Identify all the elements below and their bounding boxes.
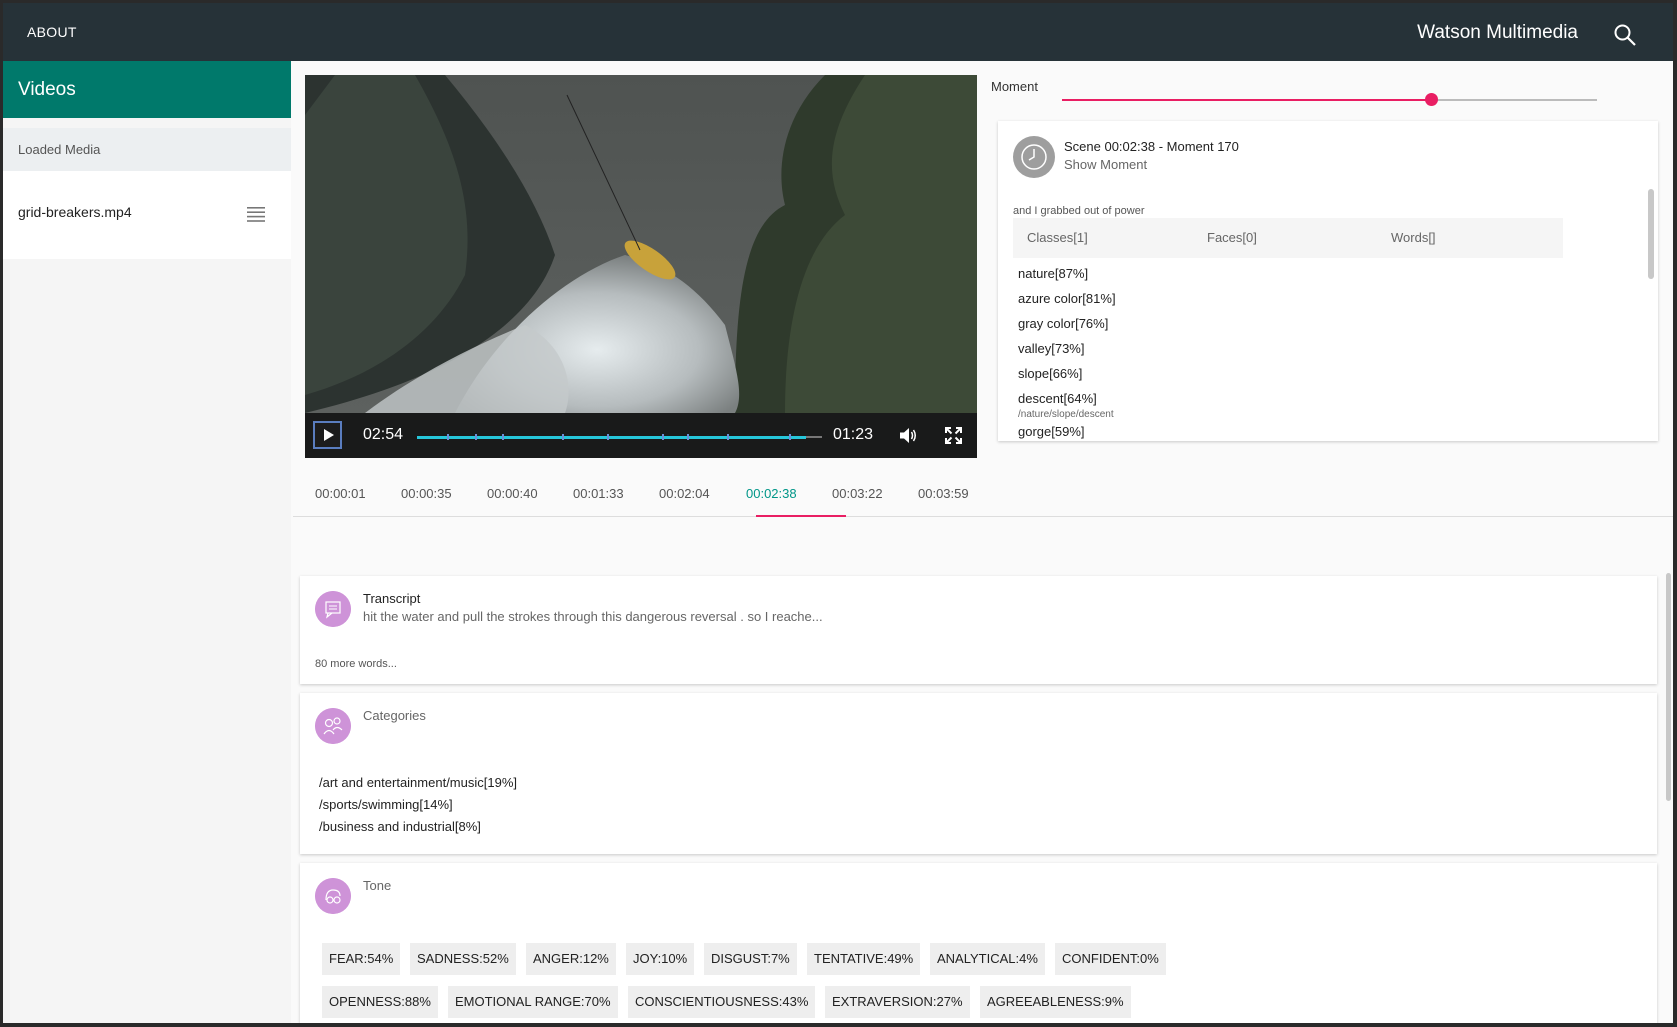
transcript-title: Transcript — [363, 591, 421, 606]
transcript-icon — [315, 591, 351, 627]
class-hierarchy: /nature/slope/descent — [1018, 409, 1114, 420]
top-app-bar: ABOUT Watson Multimedia — [3, 3, 1673, 61]
timestamp-tab[interactable]: 00:02:38 — [746, 486, 797, 501]
media-file-name: grid-breakers.mp4 — [18, 204, 132, 220]
app-window: ABOUT Watson Multimedia Videos Loaded Me… — [3, 3, 1673, 1023]
timestamp-tab[interactable]: 00:03:22 — [832, 486, 883, 501]
active-tab-underline — [756, 515, 846, 517]
tone-chip: OPENNESS:88% — [322, 986, 438, 1018]
timestamp-tab[interactable]: 00:00:40 — [487, 486, 538, 501]
more-words-link[interactable]: 80 more words... — [315, 658, 397, 670]
progress-bar[interactable] — [417, 434, 822, 440]
chapter-tick — [789, 434, 791, 440]
transcript-card: Transcript hit the water and pull the st… — [300, 576, 1657, 684]
video-frame — [305, 75, 977, 413]
duration-time: 01:23 — [833, 426, 874, 443]
tone-chip: DISGUST:7% — [704, 943, 797, 975]
category-list: /art and entertainment/music[19%] /sports… — [319, 775, 517, 841]
clock-icon — [1013, 136, 1055, 178]
scene-quote: and I grabbed out of power — [1013, 205, 1145, 217]
chapter-tick — [687, 434, 689, 440]
play-button[interactable] — [313, 421, 342, 449]
scene-title: Scene 00:02:38 - Moment 170 — [1064, 139, 1239, 154]
sidebar-header: Videos — [3, 61, 291, 118]
chapter-tick — [447, 434, 449, 440]
timestamp-tab[interactable]: 00:00:01 — [315, 486, 366, 501]
tone-chip: ANGER:12% — [526, 943, 616, 975]
current-time: 02:54 — [363, 426, 404, 443]
moment-slider[interactable] — [1062, 93, 1597, 106]
tone-chip: SADNESS:52% — [410, 943, 516, 975]
class-item: gray color[76%] — [1018, 316, 1109, 331]
category-item: /business and industrial[8%] — [319, 819, 481, 834]
tone-card: Tone FEAR:54% SADNESS:52% ANGER:12% JOY:10%… — [300, 863, 1657, 1023]
categories-icon — [315, 708, 351, 744]
moment-label: Moment — [991, 79, 1038, 94]
player-controls: 02:54 01:23 — [305, 413, 977, 458]
class-item: slope[66%] — [1018, 366, 1083, 381]
timestamp-tab[interactable]: 00:03:59 — [918, 486, 969, 501]
tone-chip: CONSCIENTIOUSNESS:43% — [628, 986, 816, 1018]
list-menu-icon[interactable] — [247, 206, 265, 222]
class-item: azure color[81%] — [1018, 291, 1116, 306]
category-item: /sports/swimming[14%] — [319, 797, 453, 812]
tab-classes[interactable]: Classes[1] — [1027, 230, 1088, 245]
scene-scrollbar[interactable] — [1648, 189, 1654, 279]
about-link[interactable]: ABOUT — [27, 24, 77, 40]
main-scrollbar[interactable] — [1666, 573, 1671, 801]
timestamp-tab[interactable]: 00:02:04 — [659, 486, 710, 501]
sidebar: Videos Loaded Media grid-breakers.mp4 — [3, 61, 291, 1023]
tone-chip: EMOTIONAL RANGE:70% — [448, 986, 618, 1018]
timestamp-tab[interactable]: 00:01:33 — [573, 486, 624, 501]
chapter-tick — [607, 434, 609, 440]
volume-icon[interactable] — [900, 427, 918, 444]
categories-card: Categories /art and entertainment/music[… — [300, 693, 1657, 854]
category-item: /art and entertainment/music[19%] — [319, 775, 517, 790]
tone-chip: CONFIDENT:0% — [1055, 943, 1166, 975]
tab-faces[interactable]: Faces[0] — [1207, 230, 1257, 245]
scene-tabs: Classes[1] Faces[0] Words[] — [1013, 218, 1563, 258]
class-list: nature[87%] azure color[81%] gray color[76… — [1018, 265, 1116, 441]
fullscreen-icon[interactable] — [945, 427, 962, 444]
media-list-item[interactable]: grid-breakers.mp4 — [3, 171, 291, 259]
tone-chip: EXTRAVERSION:27% — [825, 986, 970, 1018]
tone-title: Tone — [363, 878, 392, 893]
slider-fill — [1062, 99, 1432, 101]
scene-timestamps: 00:00:01 00:00:35 00:00:40 00:01:33 00:02:04… — [293, 471, 1673, 517]
chapter-tick — [502, 434, 504, 440]
class-item: valley[73%] — [1018, 341, 1085, 356]
chapter-tick — [475, 434, 477, 440]
video-player[interactable]: 02:54 01:23 — [305, 75, 977, 458]
slider-thumb[interactable] — [1425, 93, 1439, 106]
class-item: gorge[59%] — [1018, 424, 1085, 439]
tone-icon — [315, 878, 351, 914]
tone-chip: FEAR:54% — [322, 943, 401, 975]
tone-chip: TENTATIVE:49% — [807, 943, 921, 975]
search-icon[interactable] — [1613, 23, 1637, 47]
chapter-tick — [662, 434, 664, 440]
chapter-tick — [562, 434, 564, 440]
timestamp-tab[interactable]: 00:00:35 — [401, 486, 452, 501]
categories-title: Categories — [363, 708, 426, 723]
show-moment-link[interactable]: Show Moment — [1064, 157, 1147, 172]
play-icon — [324, 429, 334, 441]
tone-chip: JOY:10% — [626, 943, 695, 975]
transcript-snippet: hit the water and pull the strokes throu… — [363, 609, 823, 624]
chapter-tick — [727, 434, 729, 440]
tone-chip: ANALYTICAL:4% — [930, 943, 1045, 975]
tab-words[interactable]: Words[] — [1391, 230, 1436, 245]
class-item: nature[87%] — [1018, 266, 1089, 281]
loaded-media-label: Loaded Media — [3, 128, 291, 171]
scene-card: Scene 00:02:38 - Moment 170 Show Moment … — [998, 121, 1658, 441]
app-title: Watson Multimedia — [1417, 22, 1578, 43]
tone-chip: AGREEABLENESS:9% — [980, 986, 1131, 1018]
